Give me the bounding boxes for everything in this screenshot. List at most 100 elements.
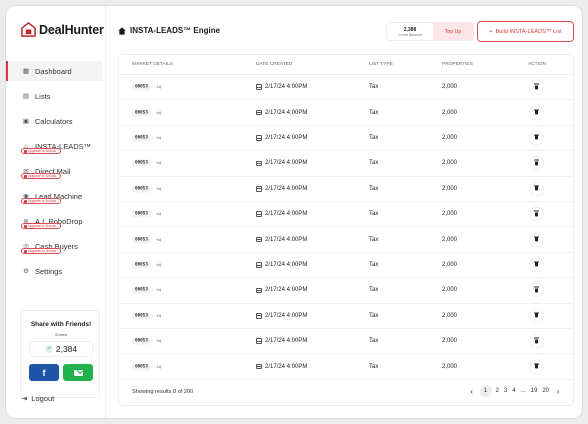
table-row[interactable]: 06053 +4 2/17/24 4:00PM Tax 2,000 [119, 227, 575, 253]
page-button[interactable]: 3 [503, 388, 508, 394]
trash-icon [533, 134, 540, 140]
action-cell [524, 206, 550, 222]
zip-code: 06053 [132, 159, 151, 167]
delete-button[interactable] [529, 308, 544, 324]
action-cell [524, 282, 550, 298]
more-zips[interactable]: +4 [156, 161, 161, 166]
properties-cell: 2,000 [442, 160, 458, 167]
sidebar-item-calculators[interactable]: ▣ Calculators [6, 111, 102, 131]
market-cell: 06053 +4 [132, 286, 161, 294]
delete-button[interactable] [529, 232, 544, 248]
table-row[interactable]: 06053 +4 2/17/24 4:00PM Tax 2,000 [119, 100, 575, 126]
market-cell: 06053 +4 [132, 134, 161, 142]
page-title-text: INSTA-LEADS™ Engine [130, 26, 221, 35]
delete-button[interactable] [529, 282, 544, 298]
app-logo[interactable]: DealHunter [21, 22, 104, 37]
column-header-date[interactable]: DATE CREATED [256, 62, 292, 67]
more-zips[interactable]: +4 [156, 237, 161, 242]
market-cell: 06053 +4 [132, 83, 161, 91]
delete-button[interactable] [529, 181, 544, 197]
logout-button[interactable]: ⇥ Logout [21, 394, 54, 403]
upgrade-badge[interactable]: Upgrade to Unlock [21, 148, 62, 154]
email-share-button[interactable] [63, 364, 93, 381]
trash-icon [533, 109, 540, 115]
calendar-icon [256, 287, 262, 294]
delete-button[interactable] [529, 206, 544, 222]
page-button[interactable]: 19 [530, 388, 539, 394]
sidebar-item-settings[interactable]: ⚙ Settings [6, 261, 102, 281]
column-header-type[interactable]: LIST TYPE [369, 62, 393, 67]
more-zips[interactable]: +4 [156, 186, 161, 191]
lock-icon [24, 199, 27, 203]
table-row[interactable]: 06053 +4 2/17/24 4:00PM Tax 2,000 [119, 278, 575, 304]
delete-button[interactable] [529, 333, 544, 349]
calculator-icon: ▣ [22, 118, 30, 125]
more-zips[interactable]: +4 [156, 288, 161, 293]
gear-icon: ⚙ [23, 268, 29, 275]
envelope-icon [73, 369, 83, 376]
page-button[interactable]: 4 [511, 388, 516, 394]
page-button[interactable]: 1 [479, 385, 492, 397]
date-cell: 2/17/24 4:00PM [256, 262, 307, 268]
more-zips[interactable]: +4 [156, 135, 161, 140]
upgrade-badge[interactable]: Upgrade to Unlock [21, 198, 62, 204]
facebook-share-button[interactable]: f [29, 364, 59, 381]
list-type-cell: Tax [369, 211, 379, 218]
next-page-button[interactable]: › [553, 387, 563, 396]
upgrade-badge[interactable]: Upgrade to Unlock [21, 173, 62, 179]
calendar-icon [256, 363, 262, 370]
more-zips[interactable]: +4 [156, 339, 161, 344]
prev-page-button[interactable]: ‹ [467, 387, 477, 396]
date-value: 2/17/24 4:00PM [265, 109, 308, 116]
zip-code: 06053 [132, 236, 151, 244]
home-icon [118, 26, 126, 35]
delete-button[interactable] [529, 359, 544, 375]
page-button[interactable]: 2 [495, 388, 500, 394]
action-cell [524, 79, 550, 95]
date-cell: 2/17/24 4:00PM [256, 84, 307, 90]
table-row[interactable]: 06053 +4 2/17/24 4:00PM Tax 2,000 [119, 329, 575, 355]
more-zips[interactable]: +4 [156, 85, 161, 90]
date-cell: 2/17/24 4:00PM [256, 160, 307, 166]
table-row[interactable]: 06053 +4 2/17/24 4:00PM Tax 2,000 [119, 126, 575, 152]
more-zips[interactable]: +4 [156, 110, 161, 115]
table-row[interactable]: 06053 +4 2/17/24 4:00PM Tax 2,000 [119, 354, 575, 380]
more-zips[interactable]: +4 [156, 212, 161, 217]
credit-balance-info: 2,388 Credit Balance [387, 23, 433, 40]
delete-button[interactable] [529, 105, 544, 121]
sidebar-item-dashboard[interactable]: ▦ Dashboard [6, 61, 102, 81]
date-value: 2/17/24 4:00PM [265, 236, 308, 243]
upgrade-badge[interactable]: Upgrade to Unlock [21, 223, 62, 229]
more-zips[interactable]: +4 [156, 262, 161, 267]
credit-balance-label: Credit Balance [398, 32, 422, 37]
zip-code: 06053 [132, 363, 151, 371]
table-row[interactable]: 06053 +4 2/17/24 4:00PM Tax 2,000 [119, 151, 575, 177]
more-zips[interactable]: +4 [156, 364, 161, 369]
market-cell: 06053 +4 [132, 210, 161, 218]
list-type-cell: Tax [369, 312, 379, 319]
properties-cell: 2,000 [442, 261, 458, 268]
delete-button[interactable] [529, 79, 544, 95]
table-row[interactable]: 06053 +4 2/17/24 4:00PM Tax 2,000 [119, 75, 575, 101]
top-up-button[interactable]: Top Up [433, 23, 473, 40]
delete-button[interactable] [529, 130, 544, 146]
date-cell: 2/17/24 4:00PM [256, 287, 307, 293]
properties-cell: 2,000 [442, 363, 458, 370]
delete-button[interactable] [529, 257, 544, 273]
delete-button[interactable] [529, 155, 544, 171]
table-row[interactable]: 06053 +4 2/17/24 4:00PM Tax 2,000 [119, 304, 575, 329]
build-list-button[interactable]: + Build INSTA-LEADS™ List [477, 21, 574, 42]
column-header-properties[interactable]: PROPERTIES [442, 62, 473, 67]
page-button[interactable]: 20 [541, 388, 550, 394]
table-row[interactable]: 06053 +4 2/17/24 4:00PM Tax 2,000 [119, 177, 575, 202]
upgrade-badge[interactable]: Upgrade to Unlock [21, 248, 62, 254]
table-row[interactable]: 06053 +4 2/17/24 4:00PM Tax 2,000 [119, 202, 575, 228]
column-header-market[interactable]: MARKET DETAILS [132, 62, 173, 67]
upgrade-badge-label: Upgrade to Unlock [28, 248, 57, 253]
calendar-icon [256, 160, 262, 167]
sidebar-item-lists[interactable]: ▤ Lists [6, 86, 102, 106]
table-row[interactable]: 06053 +4 2/17/24 4:00PM Tax 2,000 [119, 253, 575, 279]
more-zips[interactable]: +4 [156, 313, 161, 318]
list-type-cell: Tax [369, 134, 379, 141]
zip-code: 06053 [132, 261, 151, 269]
